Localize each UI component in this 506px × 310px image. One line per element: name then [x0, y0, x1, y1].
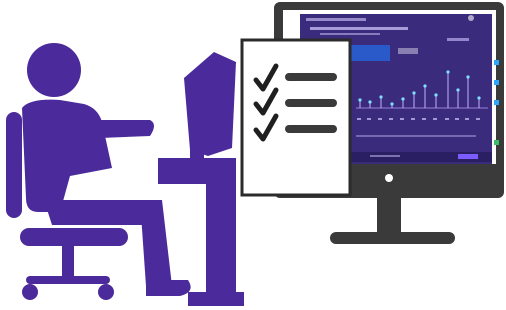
monitor-neck — [377, 198, 401, 234]
desk-foot — [188, 292, 244, 306]
checklist-line-1 — [285, 73, 337, 81]
checklist-line-3 — [285, 125, 337, 133]
person-torso — [22, 99, 112, 212]
screen-blue-card — [349, 45, 390, 61]
paper-sheet — [240, 38, 352, 197]
checklist-paper — [240, 38, 352, 197]
screen-subtitle-text-line — [320, 33, 380, 35]
screen-footer-text — [370, 155, 400, 157]
monitor-power-icon — [385, 174, 393, 182]
person-foot — [146, 280, 191, 296]
monitor-base — [330, 232, 455, 244]
screen-button — [398, 48, 418, 54]
chair-back — [6, 112, 22, 218]
illustration-stage — [0, 0, 506, 310]
person-figure — [6, 43, 244, 306]
desk-monitor — [184, 52, 236, 156]
screen-legend-line — [447, 38, 469, 41]
screen-header-text-line — [306, 18, 366, 21]
chair-wheel-left — [22, 284, 38, 300]
person-using-computer-illustration — [6, 2, 504, 306]
desk-leg — [206, 178, 236, 306]
person-lower-leg — [140, 200, 172, 286]
checklist-line-2 — [285, 99, 337, 107]
screen-title-text-line — [310, 27, 408, 30]
screen-icon-top-right — [468, 15, 474, 21]
chair-base — [26, 276, 110, 284]
screen-footer-button — [458, 154, 478, 159]
chair-wheel-right — [98, 284, 114, 300]
chair-post — [62, 244, 74, 278]
person-head — [27, 43, 81, 97]
chart-bottom-line — [356, 135, 476, 137]
chair-seat — [20, 228, 128, 246]
